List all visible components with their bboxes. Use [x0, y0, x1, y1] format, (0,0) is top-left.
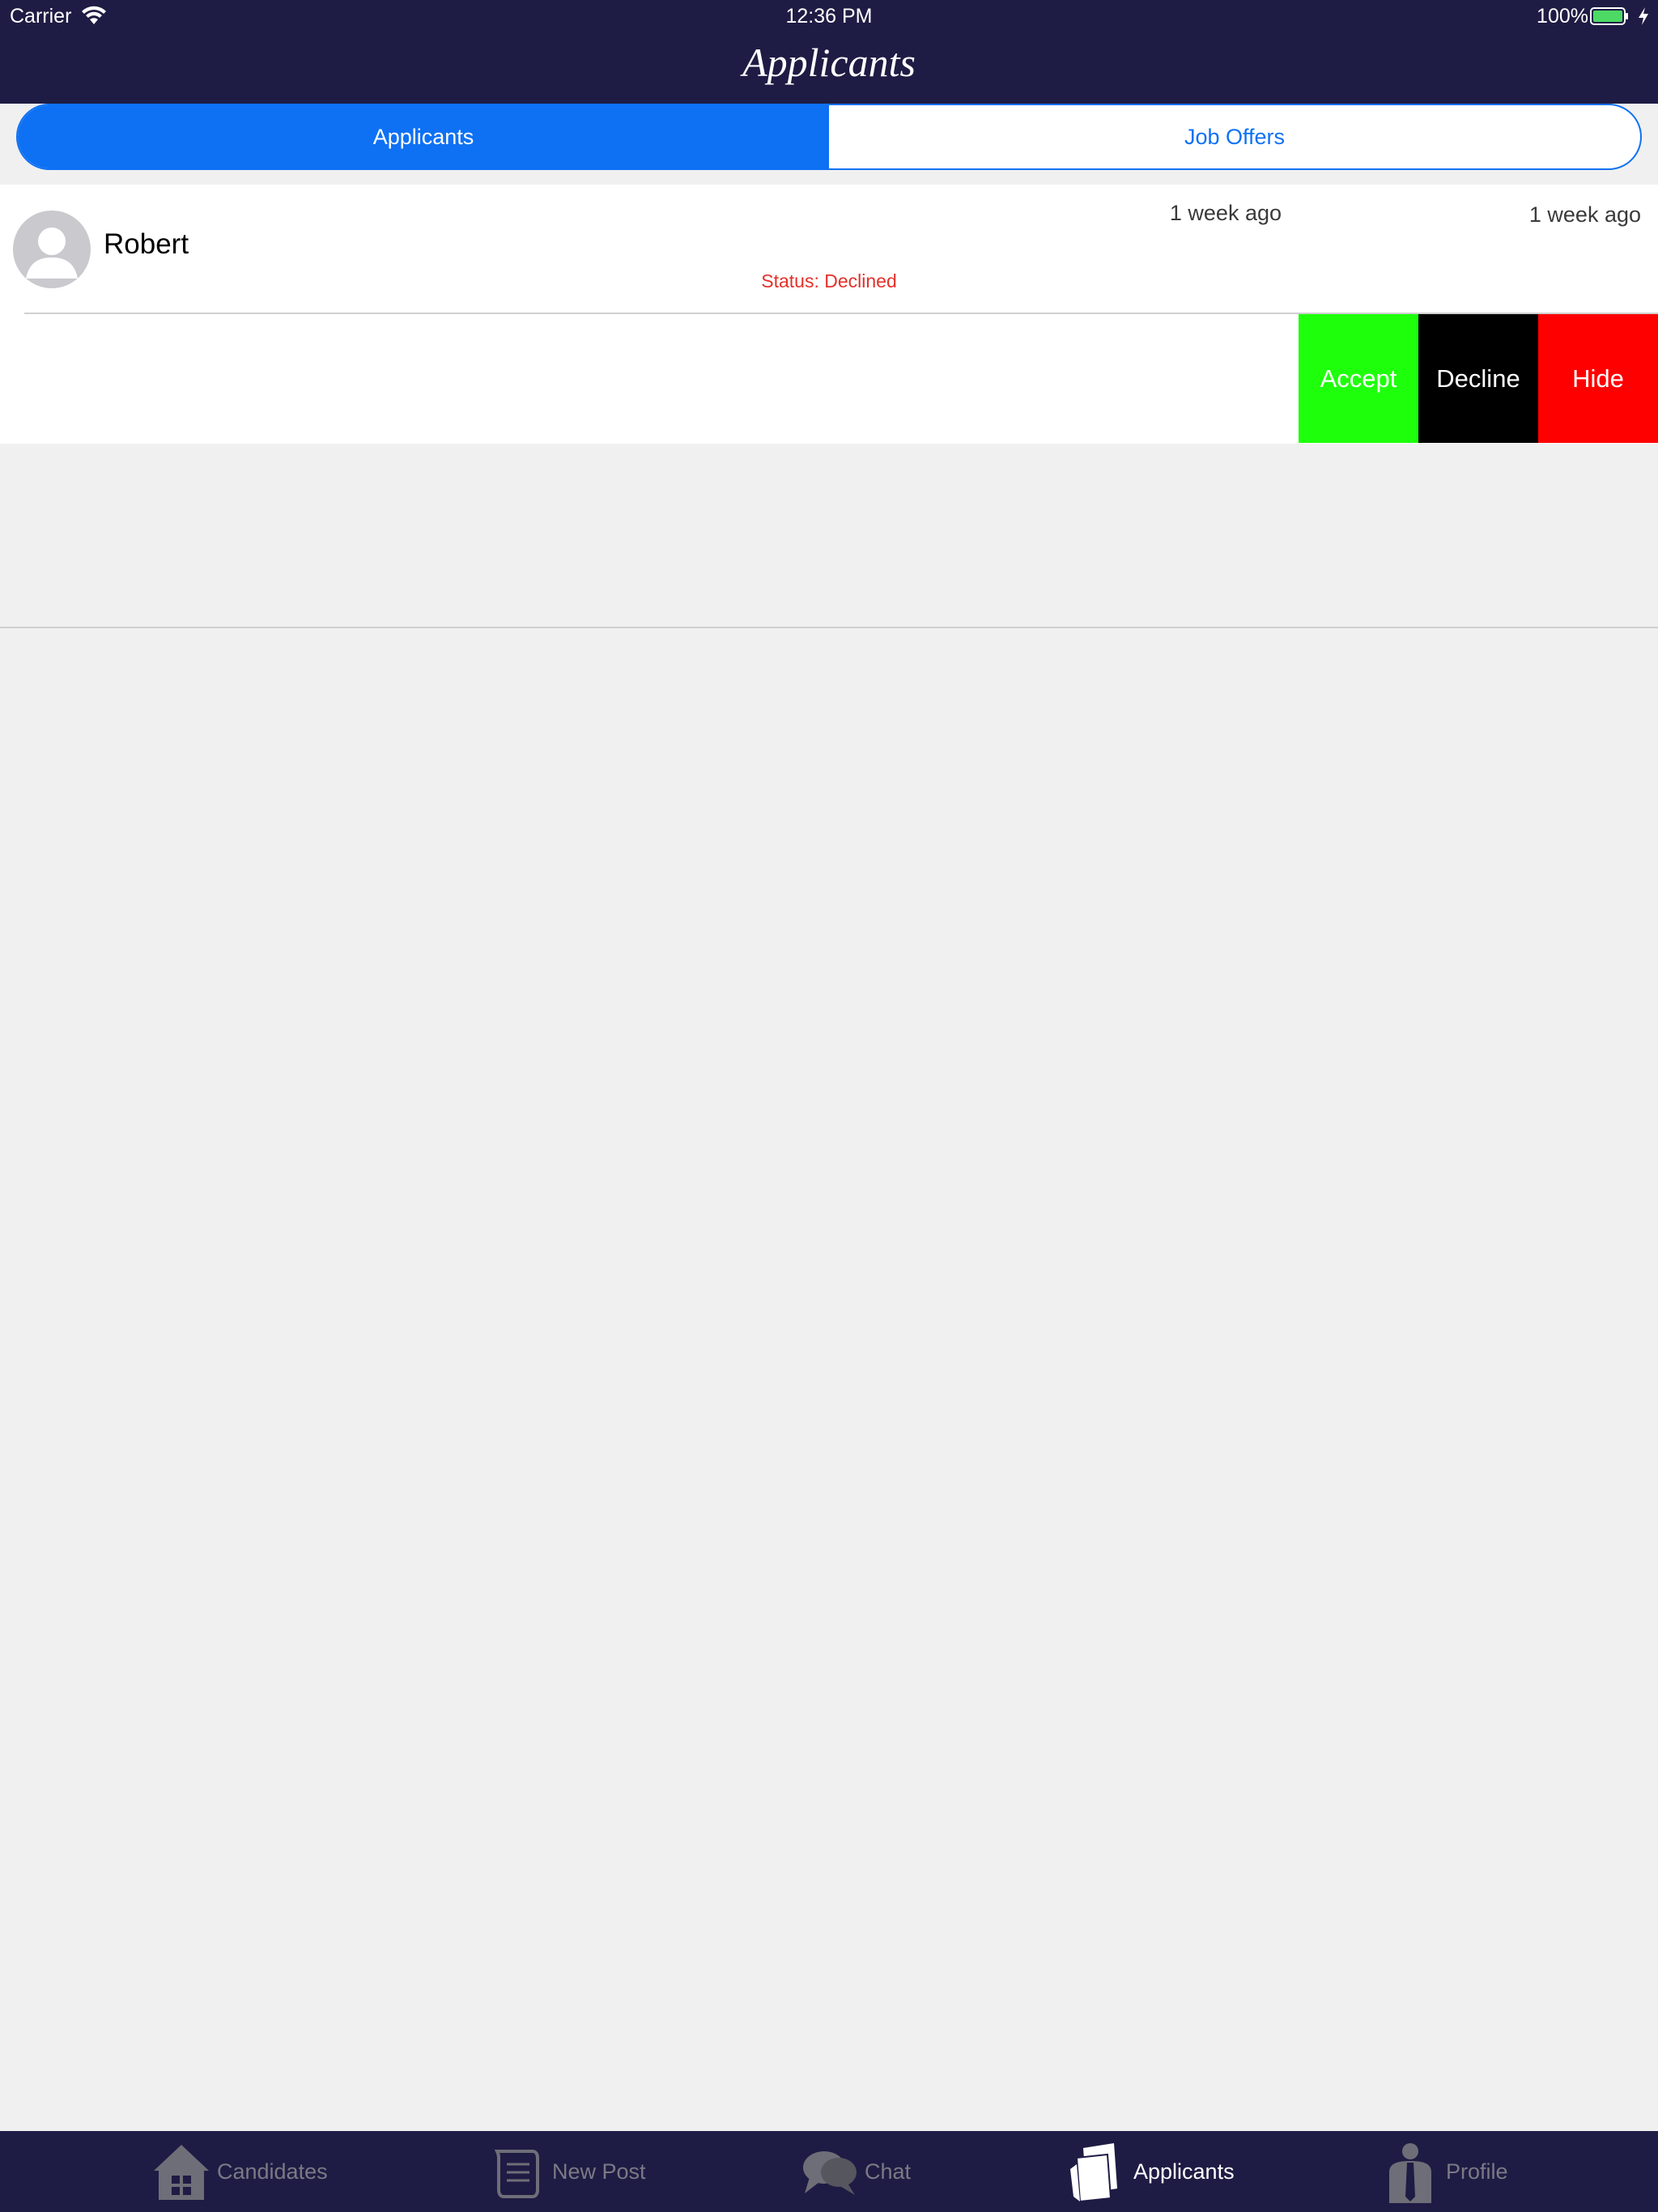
list-bottom-divider	[0, 627, 1658, 628]
segmented-control: Applicants Job Offers	[16, 104, 1642, 170]
tab-label: New Post	[552, 2159, 646, 2184]
decline-button[interactable]: Decline	[1418, 314, 1538, 443]
segment-applicants[interactable]: Applicants	[18, 105, 829, 168]
chat-bubbles-icon	[803, 2151, 857, 2195]
battery-icon	[1590, 7, 1628, 25]
tab-candidates[interactable]: Candidates	[151, 2131, 328, 2212]
segment-job-offers[interactable]: Job Offers	[829, 105, 1640, 168]
charging-bolt-icon	[1639, 7, 1648, 25]
page-title: Applicants	[742, 40, 916, 85]
clock: 12:36 PM	[785, 5, 873, 28]
applicant-list: Robert 1 week ago Status: Declined Accep…	[0, 185, 1658, 628]
tab-label: Applicants	[1133, 2159, 1235, 2184]
tab-applicants[interactable]: Applicants	[1067, 2131, 1235, 2212]
timestamp: 1 week ago	[1169, 201, 1282, 225]
accept-button[interactable]: Accept	[1299, 314, 1418, 443]
timestamp: 1 week ago	[1528, 202, 1641, 227]
tab-label: Chat	[865, 2159, 912, 2184]
tab-profile[interactable]: Profile	[1380, 2131, 1508, 2212]
tab-bar: Candidates New Post Chat Applicants Prof…	[0, 2131, 1658, 2212]
hide-button[interactable]: Hide	[1538, 314, 1658, 443]
list-item[interactable]: Robert 1 week ago Status: Declined	[0, 185, 1658, 313]
stacked-papers-icon	[1070, 2143, 1117, 2203]
tab-label: Candidates	[217, 2159, 328, 2184]
tab-label: Profile	[1446, 2159, 1508, 2184]
header: Carrier 12:36 PM 100% Applicants	[0, 0, 1658, 104]
battery-percent: 100%	[1537, 5, 1588, 28]
applicant-name: Robert	[104, 228, 189, 260]
status-bar: Carrier 12:36 PM 100%	[0, 0, 1658, 32]
house-icon	[154, 2145, 209, 2200]
tab-new-post[interactable]: New Post	[486, 2131, 646, 2212]
swipe-actions: Accept Decline Hide	[1299, 314, 1658, 443]
scroll-icon	[494, 2150, 539, 2198]
tab-chat[interactable]: Chat	[798, 2131, 911, 2212]
status-label: Status: Declined	[761, 270, 897, 291]
person-icon	[1389, 2143, 1431, 2203]
